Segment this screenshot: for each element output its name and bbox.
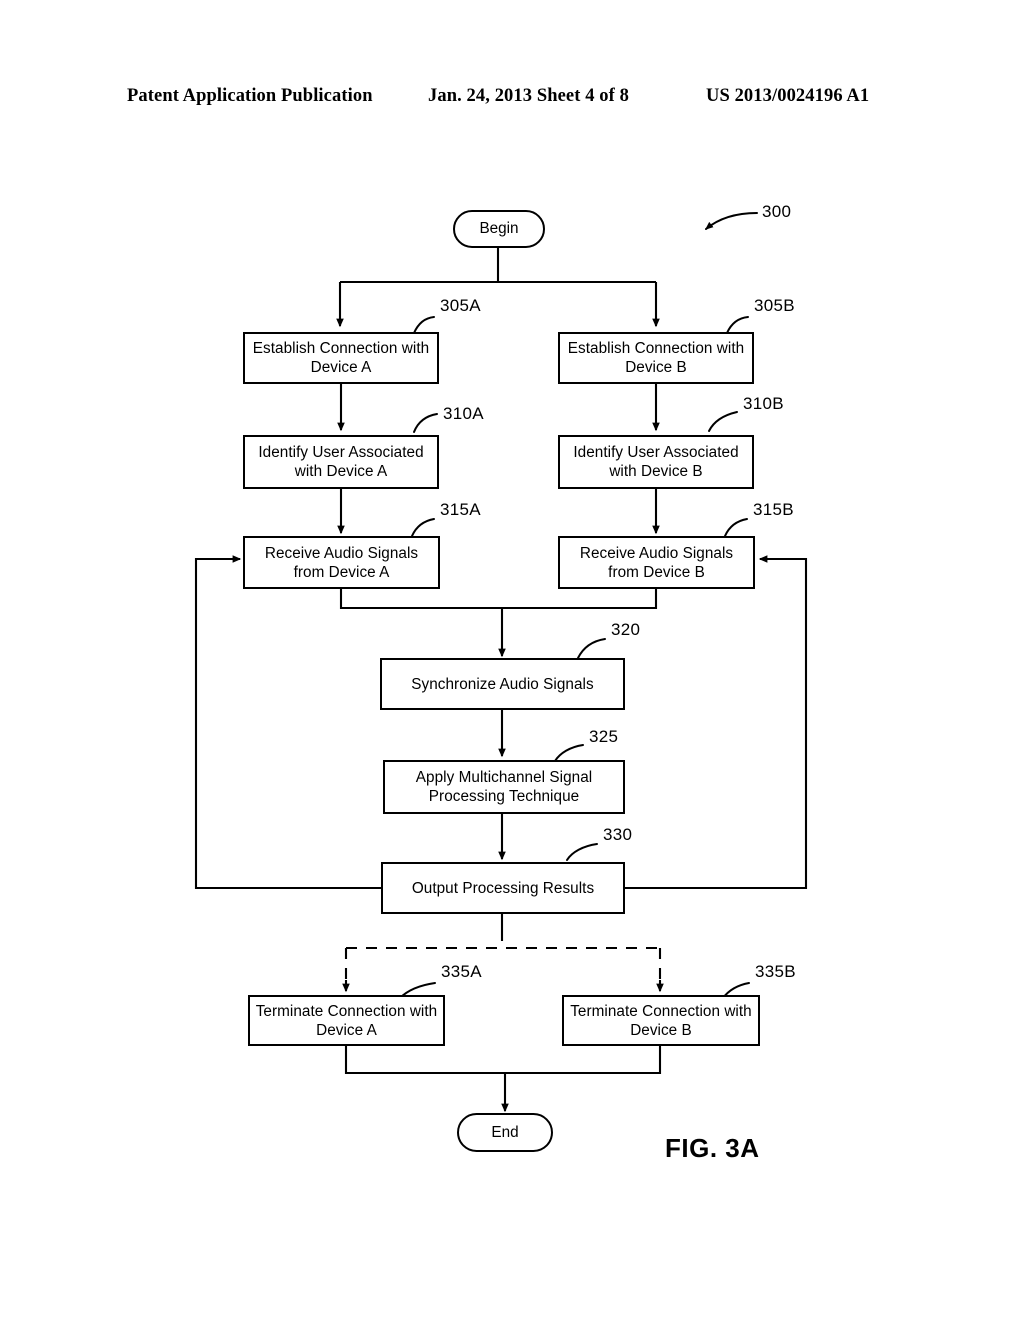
ref-330: 330: [603, 825, 633, 844]
node-synchronize-audio-signals-label: Synchronize Audio Signals: [411, 675, 594, 693]
ref-300: 300: [762, 202, 792, 221]
node-receive-audio-device-a-label: Receive Audio Signals from Device A: [264, 544, 419, 581]
ref-305a: 305A: [440, 296, 481, 315]
ref-310a: 310A: [443, 404, 484, 423]
ref-325: 325: [589, 727, 619, 746]
node-identify-user-device-b-label: Identify User Associated with Device B: [573, 444, 739, 480]
node-establish-connection-device-b[interactable]: Establish Connection with Device B: [558, 332, 754, 384]
patent-page: Patent Application Publication Jan. 24, …: [0, 0, 1024, 1320]
node-receive-audio-device-b-label: Receive Audio Signals from Device B: [579, 544, 734, 581]
node-receive-audio-device-a[interactable]: Receive Audio Signals from Device A: [243, 536, 440, 589]
node-terminate-connection-device-b-label: Terminate Connection with Device B: [570, 1002, 752, 1039]
node-identify-user-device-a[interactable]: Identify User Associated with Device A: [243, 435, 439, 489]
node-end-label: End: [491, 1123, 519, 1141]
ref-310b: 310B: [743, 394, 784, 413]
node-synchronize-audio-signals[interactable]: Synchronize Audio Signals: [380, 658, 625, 710]
node-begin-label: Begin: [479, 220, 519, 237]
node-terminate-connection-device-b[interactable]: Terminate Connection with Device B: [562, 995, 760, 1046]
node-receive-audio-device-b[interactable]: Receive Audio Signals from Device B: [558, 536, 755, 589]
node-identify-user-device-a-label: Identify User Associated with Device A: [258, 444, 424, 480]
ref-320: 320: [611, 620, 641, 639]
node-terminate-connection-device-a[interactable]: Terminate Connection with Device A: [248, 995, 445, 1046]
node-terminate-connection-device-a-label: Terminate Connection with Device A: [255, 1002, 438, 1039]
node-establish-connection-device-a[interactable]: Establish Connection with Device A: [243, 332, 439, 384]
ref-315b: 315B: [753, 500, 794, 519]
node-end[interactable]: End: [457, 1113, 553, 1152]
node-apply-multichannel-processing-label: Apply Multichannel Signal Processing Tec…: [415, 769, 593, 805]
ref-335b: 335B: [755, 962, 796, 981]
ref-305b: 305B: [754, 296, 795, 315]
node-identify-user-device-b[interactable]: Identify User Associated with Device B: [558, 435, 754, 489]
node-establish-connection-device-a-label: Establish Connection with Device A: [252, 340, 430, 376]
node-begin[interactable]: Begin: [453, 210, 545, 248]
ref-315a: 315A: [440, 500, 481, 519]
node-output-processing-results-label: Output Processing Results: [411, 879, 595, 897]
ref-335a: 335A: [441, 962, 482, 981]
node-apply-multichannel-processing[interactable]: Apply Multichannel Signal Processing Tec…: [383, 760, 625, 814]
node-output-processing-results[interactable]: Output Processing Results: [381, 862, 625, 914]
figure-caption: FIG. 3A: [665, 1133, 760, 1163]
node-establish-connection-device-b-label: Establish Connection with Device B: [567, 340, 745, 376]
